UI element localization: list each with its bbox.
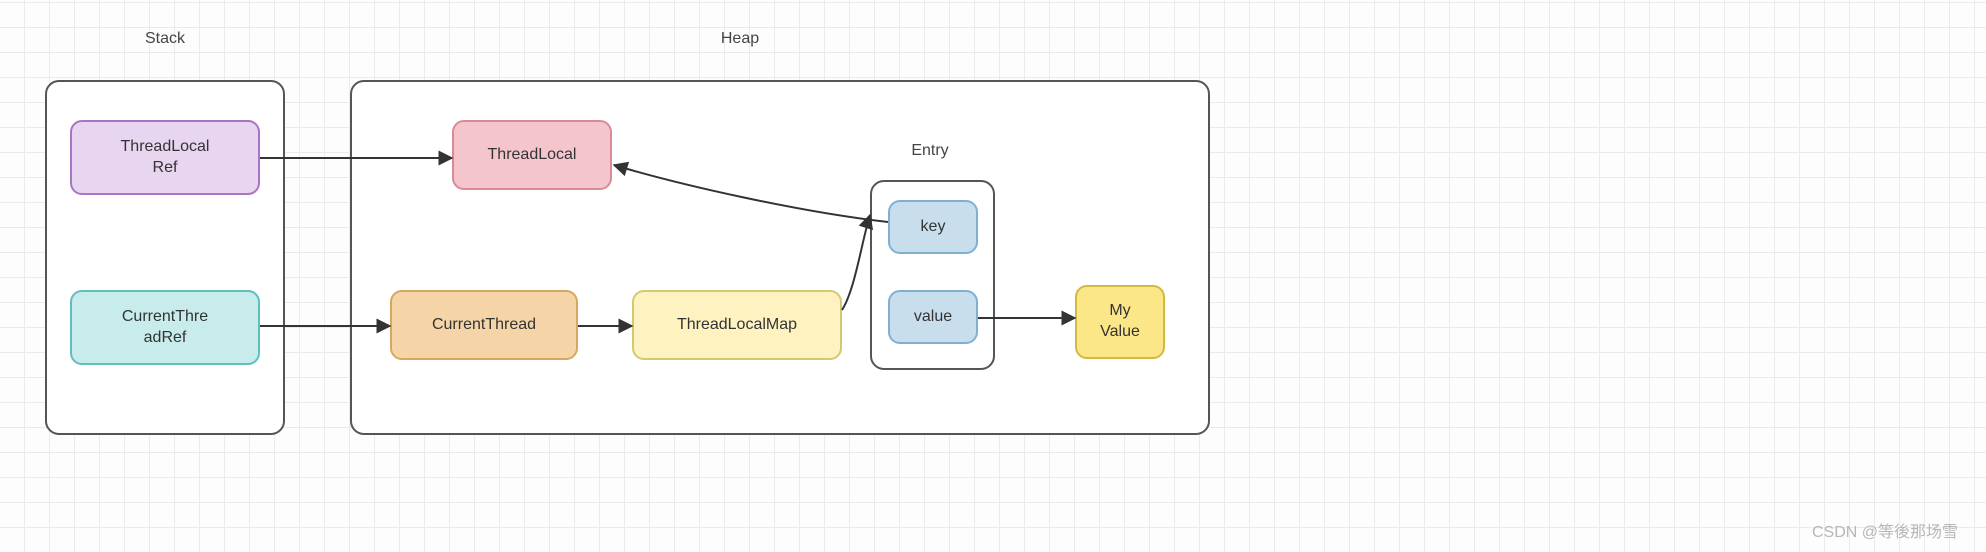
- threadlocal-node: ThreadLocal: [452, 120, 612, 190]
- heap-title: Heap: [680, 30, 800, 48]
- current-thread-node: CurrentThread: [390, 290, 578, 360]
- threadlocal-ref-node: ThreadLocalRef: [70, 120, 260, 195]
- entry-key-node: key: [888, 200, 978, 254]
- entry-title: Entry: [880, 142, 980, 160]
- stack-title: Stack: [105, 30, 225, 48]
- current-thread-ref-node: CurrentThreadRef: [70, 290, 260, 365]
- watermark-text: CSDN @等後那场雪: [1812, 518, 1958, 542]
- entry-value-node: value: [888, 290, 978, 344]
- threadlocalmap-node: ThreadLocalMap: [632, 290, 842, 360]
- myvalue-node: MyValue: [1075, 285, 1165, 359]
